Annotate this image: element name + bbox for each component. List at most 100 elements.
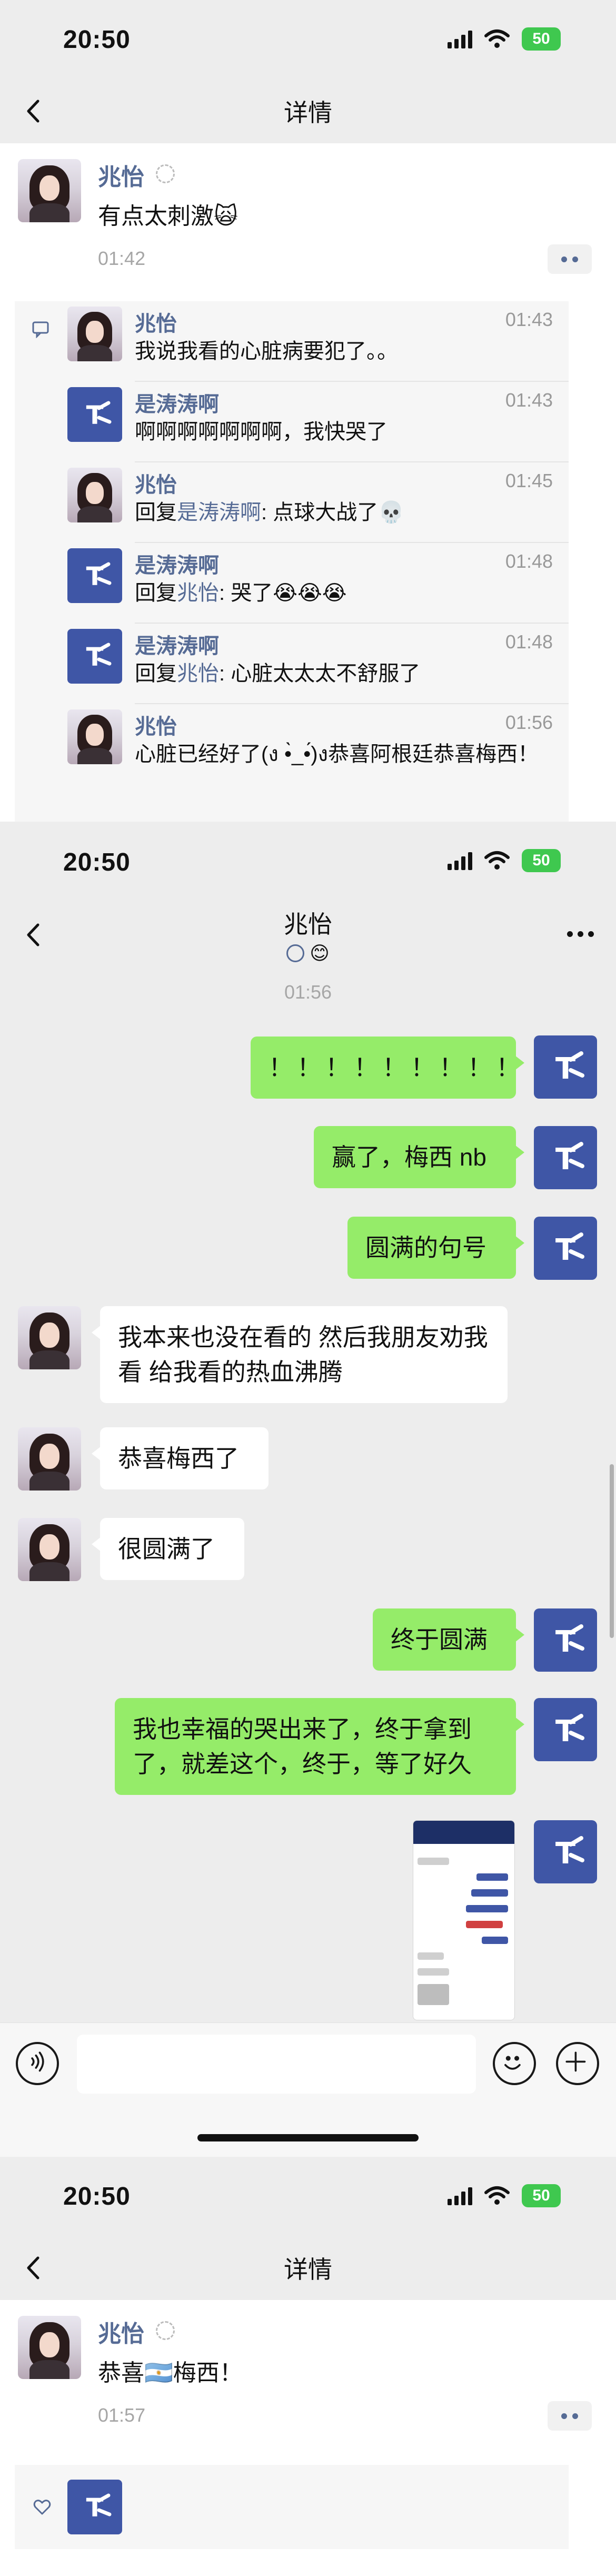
comment-item[interactable]: 兆怡 01:43 我说我看的心脏病要犯了。。 <box>67 301 569 382</box>
liker-avatar[interactable]: T <box>67 2480 122 2534</box>
scrollbar[interactable] <box>610 1464 614 1638</box>
status-bar: 20:50 50 <box>0 2157 616 2236</box>
comment-time: 01:56 <box>505 712 553 733</box>
post-time: 01:42 <box>98 248 146 269</box>
like-panel: T <box>15 2465 569 2549</box>
avatar[interactable]: T <box>534 1698 597 1761</box>
image-row <box>418 1984 449 2005</box>
status-time: 20:50 <box>63 848 131 876</box>
post-time: 01:57 <box>98 2404 146 2426</box>
avatar[interactable] <box>67 709 122 764</box>
avatar[interactable] <box>18 1518 81 1581</box>
reply-prefix: 回复 <box>135 501 177 524</box>
avatar[interactable] <box>18 1427 81 1491</box>
post-author[interactable]: 兆怡 <box>98 2315 144 2348</box>
avatar[interactable] <box>18 159 81 222</box>
avatar[interactable] <box>18 2316 81 2379</box>
back-icon[interactable] <box>20 2254 48 2282</box>
status-emoji: 😊 <box>310 942 330 964</box>
home-indicator <box>197 2134 419 2141</box>
avatar[interactable]: T <box>67 548 122 603</box>
comment-item[interactable]: 兆怡 01:56 心脏已经好了(ง •̀_•́)ง恭喜阿根廷恭喜梅西！ <box>67 704 569 815</box>
wifi-icon <box>484 2186 510 2205</box>
more-icon[interactable] <box>548 2401 592 2431</box>
wifi-icon <box>484 29 510 48</box>
image-row <box>418 1858 449 1865</box>
comment-time: 01:43 <box>505 309 553 330</box>
image-row <box>482 1937 508 1944</box>
message-bubble-mine[interactable]: 终于圆满 <box>373 1608 524 1671</box>
image-row <box>418 1968 449 1976</box>
image-row <box>466 1905 508 1912</box>
chat-title-group[interactable]: 兆怡 😊 <box>284 905 332 964</box>
back-icon[interactable] <box>20 97 48 125</box>
back-icon[interactable] <box>20 921 48 949</box>
reply-prefix: 回复 <box>135 662 177 685</box>
message-bubble-mine[interactable]: 赢了，梅西 nb <box>314 1126 524 1188</box>
message-bubble-mine[interactable]: 圆满的句号 <box>347 1217 524 1279</box>
reply-to-name[interactable]: 兆怡 <box>177 662 219 685</box>
avatar[interactable]: T <box>534 1035 597 1099</box>
signal-icon <box>448 851 472 870</box>
avatar[interactable]: T <box>534 1126 597 1189</box>
comment-icon <box>32 321 49 338</box>
message-bubble-theirs[interactable]: 恭喜梅西了 <box>92 1427 269 1489</box>
comment-item[interactable]: T 是涛涛啊 01:48 回复兆怡: 心脏太太太不舒服了 <box>67 624 569 704</box>
comment-time: 01:45 <box>505 470 553 491</box>
image-row <box>466 1921 503 1928</box>
status-icon <box>156 2321 175 2340</box>
avatar[interactable]: T <box>534 1217 597 1280</box>
avatar[interactable]: T <box>534 1820 597 1883</box>
post-text: 有点太刺激🙀 <box>98 203 238 229</box>
avatar[interactable] <box>18 1306 81 1369</box>
emoji-icon[interactable] <box>493 2042 536 2085</box>
moment-detail-screen: 20:50 50 详情 兆怡 有点太刺激🙀 01:42 兆怡 01:43 我说我… <box>0 0 616 822</box>
reply-to-name[interactable]: 兆怡 <box>177 581 219 605</box>
reply-text: : 哭了😭😭😭 <box>219 581 347 605</box>
message-bubble-theirs[interactable]: 很圆满了 <box>92 1518 244 1580</box>
page-title: 详情 <box>284 2256 332 2283</box>
reply-prefix: 回复 <box>135 581 177 605</box>
comment-item[interactable]: T 是涛涛啊 01:43 啊啊啊啊啊啊啊，我快哭了 <box>67 382 569 462</box>
message-bubble-mine[interactable]: ！！！！！！！！！ <box>251 1037 524 1099</box>
comment-time: 01:43 <box>505 389 553 411</box>
battery-icon: 50 <box>522 849 561 872</box>
plus-icon[interactable] <box>556 2042 599 2085</box>
image-message[interactable] <box>413 1820 515 2020</box>
comment-item[interactable]: 兆怡 01:45 回复是涛涛啊: 点球大战了💀 <box>67 462 569 543</box>
avatar[interactable] <box>67 307 122 361</box>
moment-detail-screen-2: 20:50 50 详情 兆怡 恭喜🇦🇷梅西！ 01:57 T <box>0 2157 616 2576</box>
comment-author[interactable]: 是涛涛啊 <box>135 387 219 418</box>
comment-author[interactable]: 是涛涛啊 <box>135 629 219 659</box>
comment-author[interactable]: 兆怡 <box>135 307 177 337</box>
message-input[interactable] <box>77 2035 476 2094</box>
comment-time: 01:48 <box>505 631 553 653</box>
voice-icon[interactable] <box>16 2042 59 2085</box>
navigation-bar: 详情 <box>0 2236 616 2300</box>
avatar[interactable]: T <box>67 387 122 442</box>
post-author[interactable]: 兆怡 <box>98 158 144 192</box>
chat-navigation-bar: 兆怡 😊 <box>0 895 616 974</box>
comment-author[interactable]: 是涛涛啊 <box>135 548 219 579</box>
image-header <box>413 1821 514 1844</box>
status-bar: 20:50 50 <box>0 822 616 901</box>
comment-author[interactable]: 兆怡 <box>135 468 177 498</box>
bottom-safe-area <box>0 2101 616 2157</box>
more-icon[interactable] <box>548 244 592 274</box>
status-ring-icon <box>286 944 305 962</box>
comment-author[interactable]: 兆怡 <box>135 709 177 740</box>
avatar[interactable]: T <box>534 1608 597 1672</box>
status-icons: 50 <box>448 2183 561 2208</box>
reply-to-name[interactable]: 是涛涛啊 <box>177 501 261 524</box>
avatar[interactable] <box>67 468 122 522</box>
comment-text: 心脏已经好了(ง •̀_•́)ง恭喜阿根廷恭喜梅西！ <box>135 743 539 766</box>
more-icon[interactable] <box>567 931 594 937</box>
comment-time: 01:48 <box>505 550 553 572</box>
image-row <box>471 1889 508 1897</box>
page-title: 详情 <box>284 99 332 126</box>
avatar[interactable]: T <box>67 629 122 684</box>
message-bubble-theirs[interactable]: 我本来也没在看的 然后我朋友劝我看 给我看的热血沸腾 <box>92 1306 508 1403</box>
comment-item[interactable]: T 是涛涛啊 01:48 回复兆怡: 哭了😭😭😭 <box>67 543 569 624</box>
message-bubble-mine[interactable]: 我也幸福的哭出来了，终于拿到了，就差这个，终于，等了好久 <box>115 1698 524 1795</box>
status-time: 20:50 <box>63 26 131 54</box>
